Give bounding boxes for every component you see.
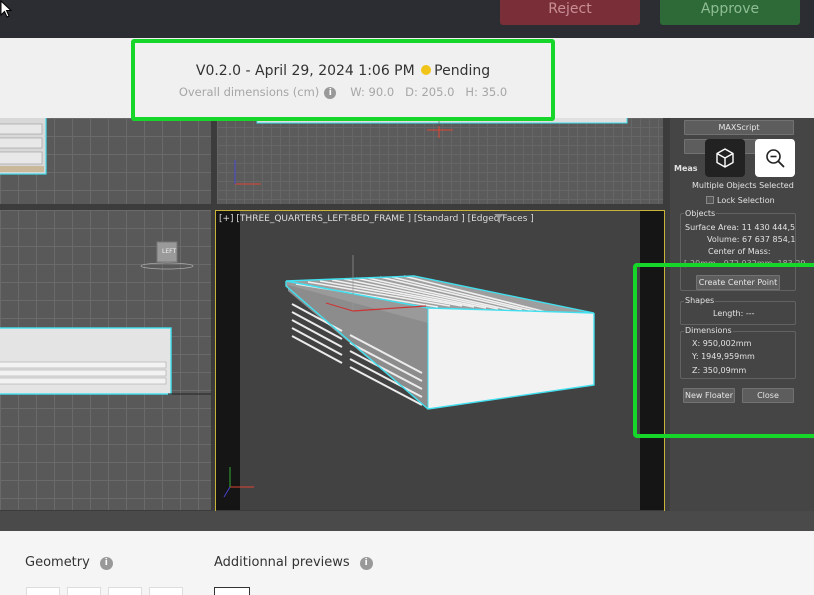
geometry-thumbnail[interactable] xyxy=(26,587,60,595)
selection-status: Multiple Objects Selected xyxy=(692,181,794,190)
bed-side-view xyxy=(0,241,211,395)
geometry-info-icon[interactable]: i xyxy=(99,557,113,570)
reject-button[interactable]: Reject xyxy=(500,0,640,25)
previews-title: Additionnal previews xyxy=(214,555,350,570)
measure-rollout-title[interactable]: Meas xyxy=(674,164,698,173)
panel-highlight-box xyxy=(633,263,814,438)
zoom-out-button[interactable] xyxy=(755,139,795,177)
approve-button[interactable]: Approve xyxy=(660,0,800,25)
geometry-title: Geometry xyxy=(25,555,90,570)
mouse-cursor-icon xyxy=(0,0,13,18)
version-datetime: April 29, 2024 1:06 PM xyxy=(255,63,415,79)
viewport-perspective[interactable]: [+] [THREE_QUARTERS_LEFT-BED_FRAME ] [St… xyxy=(215,210,665,512)
depth-value: D: 205.0 xyxy=(405,85,455,99)
viewport-top-left[interactable] xyxy=(0,118,211,204)
viewport-left[interactable]: LEFT xyxy=(0,210,211,510)
details-section: Geometry i Additionnal previews i xyxy=(0,531,814,595)
geometry-thumbnail[interactable] xyxy=(67,587,101,595)
bed-3d-model xyxy=(223,255,595,498)
surface-area-value: Surface Area: 11 430 444,5 xyxy=(685,223,796,232)
lock-selection-label: Lock Selection xyxy=(717,196,775,205)
bed-front-view xyxy=(234,118,628,204)
objects-group-title: Objects xyxy=(684,209,717,218)
top-bar: Reject Approve xyxy=(0,0,814,38)
bed-top-view xyxy=(0,118,47,175)
preview-thumbnail[interactable] xyxy=(214,587,250,595)
version-line: V0.2.0 - April 29, 2024 1:06 PM Pending xyxy=(135,63,551,79)
3d-view-button[interactable] xyxy=(705,139,745,177)
dimensions-label: Overall dimensions (cm) xyxy=(178,85,320,99)
status-text: Pending xyxy=(434,63,491,79)
geometry-thumbnail[interactable] xyxy=(108,587,142,595)
status-dot xyxy=(421,65,432,75)
version-number: V0.2.0 xyxy=(195,63,242,79)
cube-icon xyxy=(716,148,734,168)
previews-heading: Additionnal previews i xyxy=(214,555,373,570)
maxscript-button[interactable]: MAXScript xyxy=(684,120,794,135)
info-icon[interactable]: i xyxy=(324,87,337,99)
dimensions-line: Overall dimensions (cm) i W: 90.0 D: 205.0… xyxy=(135,85,551,99)
height-value: H: 35.0 xyxy=(465,85,508,99)
volume-value: Volume: 67 637 854,1 xyxy=(707,235,796,244)
version-separator: - xyxy=(245,63,251,79)
center-of-mass-label: Center of Mass: xyxy=(708,247,771,256)
geometry-heading: Geometry i xyxy=(25,555,113,570)
zoom-out-icon xyxy=(766,149,785,168)
view-cube-label: LEFT xyxy=(162,248,177,255)
viewer-status-strip xyxy=(0,511,814,531)
geometry-thumbnail[interactable] xyxy=(149,587,183,595)
previews-info-icon[interactable]: i xyxy=(359,557,373,570)
version-info-box: V0.2.0 - April 29, 2024 1:06 PM Pending … xyxy=(131,39,555,121)
width-value: W: 90.0 xyxy=(350,85,395,99)
lock-selection-checkbox[interactable] xyxy=(706,196,714,204)
viewport-top-right[interactable] xyxy=(217,118,663,204)
